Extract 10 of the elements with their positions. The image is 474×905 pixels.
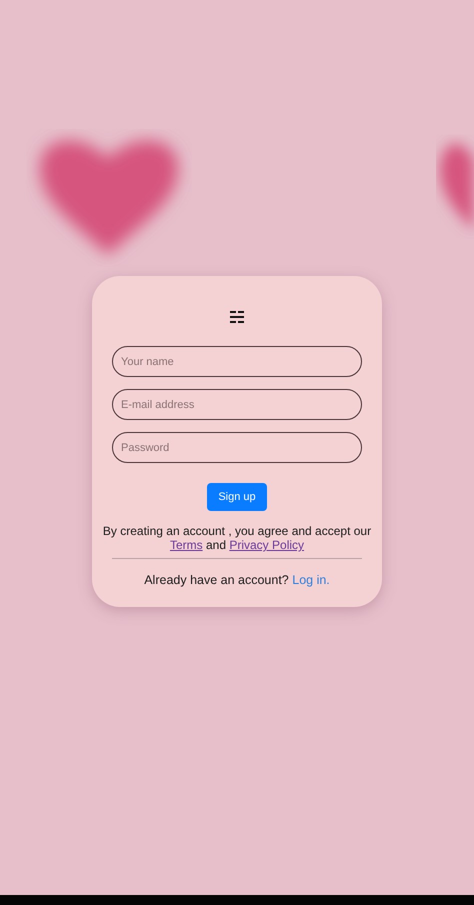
terms-link[interactable]: Terms [170,538,203,552]
signup-button[interactable]: Sign up [207,483,267,511]
agreement-text: By creating an account , you agree and accept our Terms and Privacy Policy [102,524,372,552]
login-link[interactable]: Log in. [292,573,330,587]
login-prompt: Already have an account? Log in. [144,573,330,587]
input-field[interactable]: Your name [112,346,362,377]
privacy-link[interactable]: Privacy Policy [229,538,304,552]
input-field[interactable]: Password [112,432,362,463]
grip-icon [230,310,244,324]
input-field[interactable]: E-mail address [112,389,362,420]
